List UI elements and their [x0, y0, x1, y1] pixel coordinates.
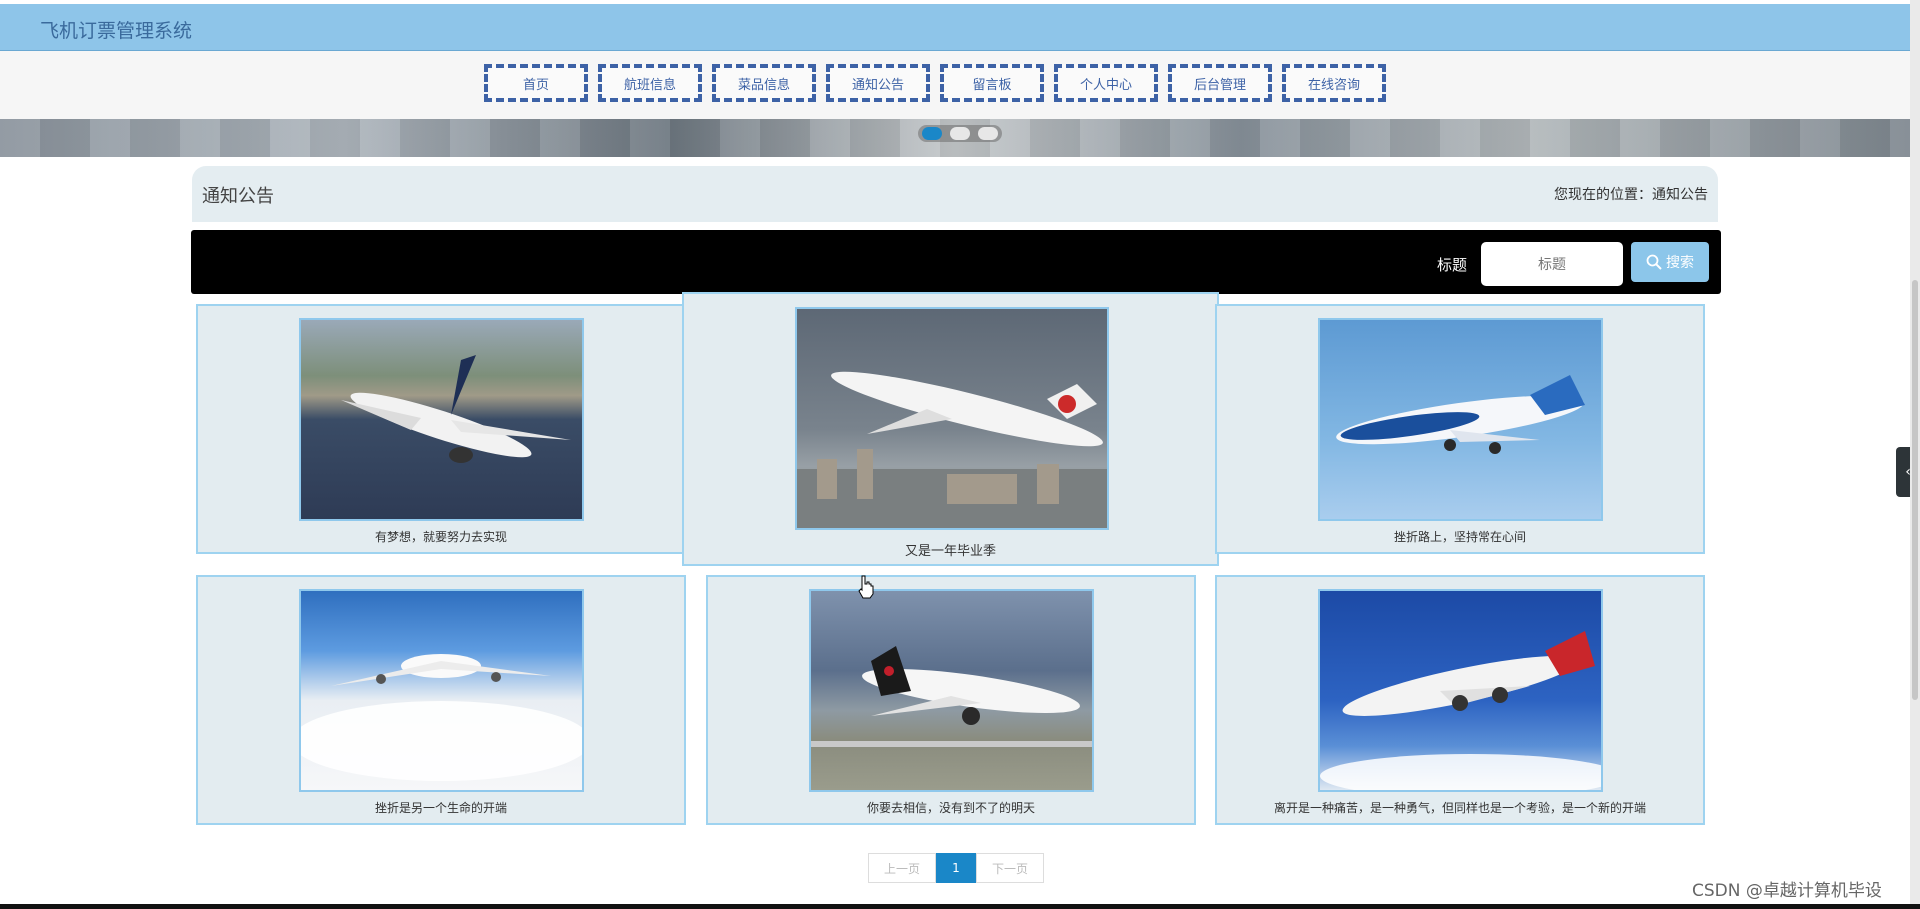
breadcrumb: 您现在的位置：通知公告 — [1554, 187, 1708, 203]
nav-bar: 首页 航班信息 菜品信息 通知公告 留言板 个人中心 后台管理 在线咨询 — [0, 51, 1910, 119]
prev-page-button[interactable]: 上一页 — [868, 853, 936, 883]
notice-caption-3[interactable]: 挫折路上，坚持常在心间 — [1217, 528, 1703, 545]
jet-icon — [811, 646, 1092, 747]
nav-item-consult[interactable]: 在线咨询 — [1282, 64, 1386, 102]
notice-image-1[interactable] — [299, 318, 584, 521]
nav-item-message-board[interactable]: 留言板 — [940, 64, 1044, 102]
jet-icon — [301, 654, 582, 781]
jet-icon — [341, 355, 571, 463]
notice-caption-6[interactable]: 离开是一种痛苦，是一种勇气，但同样也是一个考验，是一个新的开端 — [1217, 799, 1703, 816]
main-nav: 首页 航班信息 菜品信息 通知公告 留言板 个人中心 后台管理 在线咨询 — [484, 64, 1386, 102]
search-bar: 标题 搜索 — [191, 230, 1721, 294]
notice-caption-1[interactable]: 有梦想，就要努力去实现 — [198, 528, 684, 545]
nav-item-admin[interactable]: 后台管理 — [1168, 64, 1272, 102]
bottom-border — [0, 904, 1920, 909]
hand-cursor-icon — [858, 575, 874, 599]
jet-icon — [797, 371, 1107, 528]
banner-carousel — [0, 119, 1910, 157]
notice-image-5[interactable] — [809, 589, 1094, 792]
section-title: 通知公告 — [202, 186, 274, 207]
carousel-dots — [918, 125, 1002, 142]
notice-card-5[interactable]: 你要去相信，没有到不了的明天 — [706, 575, 1196, 825]
notice-caption-4[interactable]: 挫折是另一个生命的开端 — [198, 799, 684, 816]
jet-icon — [1320, 631, 1601, 790]
carousel-dot-2[interactable] — [950, 127, 970, 140]
search-button[interactable]: 搜索 — [1631, 242, 1709, 282]
search-label: 标题 — [1437, 256, 1468, 274]
notice-image-2[interactable] — [795, 307, 1109, 530]
carousel-dot-3[interactable] — [978, 127, 998, 140]
notice-caption-2[interactable]: 又是一年毕业季 — [684, 540, 1217, 559]
page-scrollbar[interactable] — [1910, 0, 1920, 909]
carousel-dot-1[interactable] — [922, 127, 942, 140]
notice-image-6[interactable] — [1318, 589, 1603, 792]
app-title: 飞机订票管理系统 — [40, 20, 193, 42]
notice-caption-5[interactable]: 你要去相信，没有到不了的明天 — [708, 799, 1194, 816]
search-icon — [1646, 254, 1662, 270]
jet-icon — [1336, 375, 1585, 454]
scrollbar-thumb[interactable] — [1912, 280, 1918, 700]
nav-item-meals[interactable]: 菜品信息 — [712, 64, 816, 102]
nav-item-notices[interactable]: 通知公告 — [826, 64, 930, 102]
notice-image-3[interactable] — [1318, 318, 1603, 521]
section-header: 通知公告 您现在的位置：通知公告 — [192, 166, 1718, 222]
notice-card-3[interactable]: 挫折路上，坚持常在心间 — [1215, 304, 1705, 554]
notice-card-2[interactable]: 又是一年毕业季 — [682, 292, 1219, 566]
nav-item-profile[interactable]: 个人中心 — [1054, 64, 1158, 102]
notice-card-6[interactable]: 离开是一种痛苦，是一种勇气，但同样也是一个考验，是一个新的开端 — [1215, 575, 1705, 825]
next-page-button[interactable]: 下一页 — [976, 853, 1044, 883]
notice-image-4[interactable] — [299, 589, 584, 792]
watermark: CSDN @卓越计算机毕设 — [1692, 881, 1882, 901]
notice-card-4[interactable]: 挫折是另一个生命的开端 — [196, 575, 686, 825]
search-input[interactable] — [1481, 242, 1623, 286]
page-1-button[interactable]: 1 — [936, 853, 976, 883]
pagination: 上一页 1 下一页 — [868, 853, 1044, 883]
top-bar: 飞机订票管理系统 — [0, 4, 1910, 51]
nav-item-home[interactable]: 首页 — [484, 64, 588, 102]
nav-item-flights[interactable]: 航班信息 — [598, 64, 702, 102]
notice-card-1[interactable]: 有梦想，就要努力去实现 — [196, 304, 686, 554]
search-button-label: 搜索 — [1666, 255, 1694, 271]
